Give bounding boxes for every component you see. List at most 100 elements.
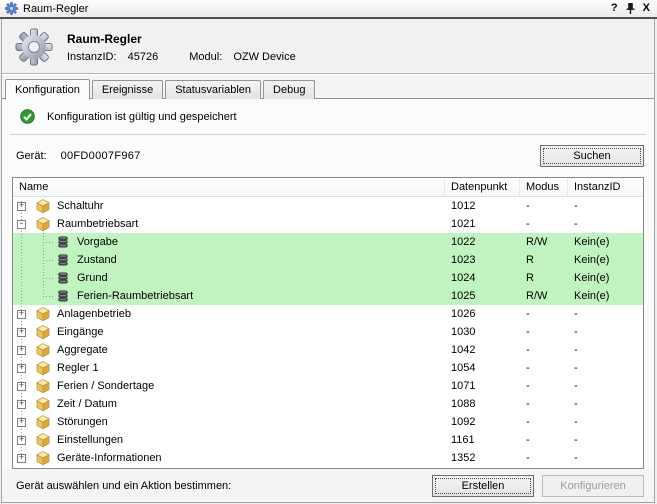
row-datenpunkt: 1092 [445,413,520,431]
row-instanzid: Kein(e) [568,287,643,305]
row-name: Regler 1 [57,359,99,377]
panel-body: Raum-Regler InstanzID: 45726 Modul: OZW … [1,19,655,503]
window-title: Raum-Regler [23,3,611,15]
tab-statusvariablen[interactable]: Statusvariablen [165,80,261,99]
column-header-datenpunkt[interactable]: Datenpunkt [445,178,520,196]
row-instanzid: - [568,431,643,449]
row-instanzid: - [568,395,643,413]
row-modus: - [520,359,568,377]
row-modus: - [520,305,568,323]
row-modus: - [520,413,568,431]
expand-toggle-icon[interactable]: - [17,220,26,229]
expand-toggle-icon[interactable]: + [17,454,26,463]
table-header: Name Datenpunkt Modus InstanzID [13,178,643,197]
check-circle-icon [20,109,35,124]
close-button[interactable]: X [643,2,650,15]
datapoint-icon [55,270,71,286]
package-icon [35,450,51,466]
table-row[interactable]: + [13,449,643,467]
tree-connector [17,287,55,305]
tree-connector [17,233,55,251]
table-row[interactable]: Grund 1024 R Kein(e) [13,269,643,287]
expand-toggle-icon[interactable]: + [17,346,26,355]
row-name: Vorgabe [77,233,118,251]
package-icon [35,324,51,340]
tabstrip: Konfiguration Ereignisse Statusvariablen… [2,75,654,99]
modul-value: OZW Device [233,51,295,63]
table-row[interactable]: + [13,359,643,377]
search-button[interactable]: Suchen [540,145,644,167]
row-datenpunkt: 1021 [445,215,520,233]
row-datenpunkt: 1012 [445,197,520,215]
page-title: Raum-Regler [67,32,304,46]
row-datenpunkt: 1026 [445,305,520,323]
table-row[interactable]: + [13,305,643,323]
expand-toggle-icon[interactable]: + [17,202,26,211]
package-icon [35,342,51,358]
row-datenpunkt: 1088 [445,395,520,413]
row-datenpunkt: 1024 [445,269,520,287]
expand-toggle-icon[interactable]: + [17,328,26,337]
table-row[interactable]: + [13,413,643,431]
gear-icon-large [15,28,53,66]
row-name: Aggregate [57,341,108,359]
row-instanzid: - [568,377,643,395]
tab-konfiguration[interactable]: Konfiguration [5,79,90,100]
row-modus: - [520,197,568,215]
tab-debug[interactable]: Debug [263,80,315,99]
expand-toggle-icon[interactable]: + [17,364,26,373]
package-icon [35,378,51,394]
pin-button[interactable] [625,2,636,15]
column-header-modus[interactable]: Modus [520,178,568,196]
row-name: Anlagenbetrieb [57,305,131,323]
row-instanzid: - [568,413,643,431]
row-name: Grund [77,269,108,287]
row-datenpunkt: 1071 [445,377,520,395]
row-instanzid: Kein(e) [568,251,643,269]
action-bar: Gerät auswählen und ein Aktion bestimmen… [2,469,654,502]
table-row[interactable]: + [13,431,643,449]
package-icon [35,216,51,232]
action-hint-label: Gerät auswählen und ein Aktion bestimmen… [16,480,231,492]
row-modus: R [520,269,568,287]
expand-toggle-icon[interactable]: + [17,436,26,445]
column-header-instanzid[interactable]: InstanzID [568,178,643,196]
row-modus: R/W [520,233,568,251]
tab-ereignisse[interactable]: Ereignisse [92,80,163,99]
row-name: Ferien / Sondertage [57,377,154,395]
package-icon [35,396,51,412]
tab-content-konfiguration: Konfiguration ist gültig und gespeichert… [2,99,654,502]
table-row[interactable]: + [13,323,643,341]
titlebar[interactable]: Raum-Regler ? X [0,0,657,19]
configure-button[interactable]: Konfigurieren [542,475,644,497]
help-button[interactable]: ? [611,2,618,15]
package-icon [35,198,51,214]
row-modus: - [520,377,568,395]
row-datenpunkt: 1023 [445,251,520,269]
table-row[interactable]: + [13,395,643,413]
row-name: Zustand [77,251,117,269]
device-label: Gerät: [16,150,47,162]
table-row[interactable]: + [13,197,643,215]
datapoint-icon [55,252,71,268]
expand-toggle-icon[interactable]: + [17,418,26,427]
gear-icon [5,2,18,15]
table-row[interactable]: - [13,215,643,233]
table-row[interactable]: + [13,341,643,359]
row-datenpunkt: 1352 [445,449,520,467]
expand-toggle-icon[interactable]: + [17,400,26,409]
create-button[interactable]: Erstellen [432,475,534,497]
package-icon [35,360,51,376]
instanzid-value: 45726 [128,51,159,63]
row-name: Geräte-Informationen [57,449,162,467]
row-instanzid: - [568,215,643,233]
table-row[interactable]: Zustand 1023 R Kein(e) [13,251,643,269]
table-row[interactable]: Ferien-Raumbetriebsart 1025 R/W Kein(e) [13,287,643,305]
datapoint-icon [55,234,71,250]
table-row[interactable]: Vorgabe 1022 R/W Kein(e) [13,233,643,251]
expand-toggle-icon[interactable]: + [17,310,26,319]
table-row[interactable]: + [13,377,643,395]
expand-toggle-icon[interactable]: + [17,382,26,391]
row-datenpunkt: 1042 [445,341,520,359]
column-header-name[interactable]: Name [13,178,445,196]
